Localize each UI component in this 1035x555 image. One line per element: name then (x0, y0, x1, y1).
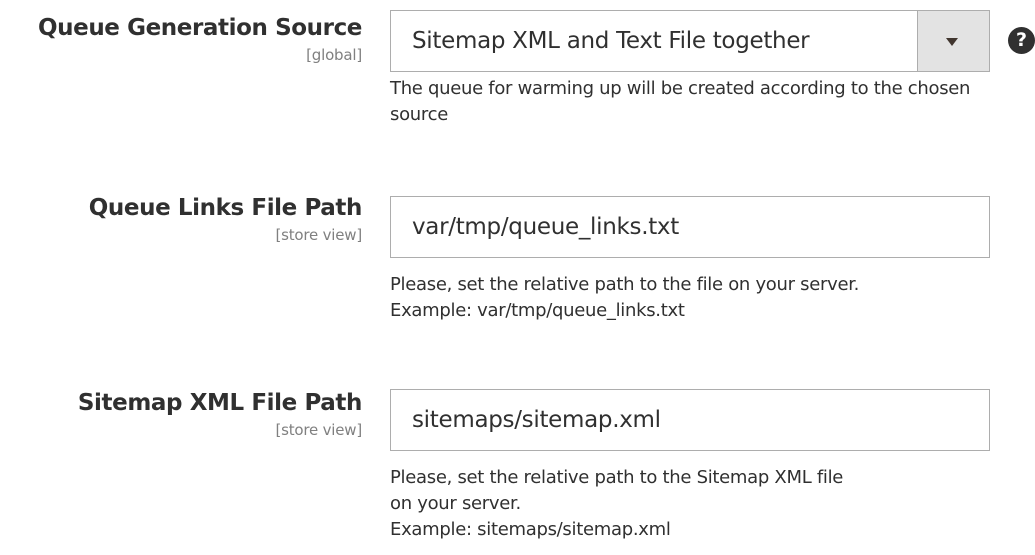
sitemap-xml-file-path-label: Sitemap XML File Path [store view] (77, 390, 363, 439)
input-value: var/tmp/queue_links.txt (412, 214, 679, 240)
note-line: Please, set the relative path to the fil… (390, 274, 860, 295)
note-line: Example: var/tmp/queue_links.txt (390, 300, 685, 321)
queue-links-file-path-note: Please, set the relative path to the fil… (390, 272, 1000, 324)
scope-label: [store view] (275, 421, 362, 439)
sitemap-xml-file-path-input[interactable]: sitemaps/sitemap.xml (390, 389, 990, 451)
field-title: Sitemap XML File Path (77, 390, 363, 416)
input-value: sitemaps/sitemap.xml (412, 407, 661, 433)
queue-generation-source-select[interactable]: Sitemap XML and Text File together (390, 10, 990, 72)
scope-label: [store view] (275, 226, 362, 244)
queue-generation-source-label: Queue Generation Source [global] (38, 15, 362, 64)
question-circle-icon[interactable]: ? (1008, 27, 1035, 54)
note-line: on your server. (390, 493, 521, 514)
queue-generation-source-note: The queue for warming up will be created… (390, 78, 971, 125)
note-line: Example: sitemaps/sitemap.xml (390, 519, 671, 540)
scope-label: [global] (306, 46, 362, 64)
field-title: Queue Generation Source (38, 15, 362, 41)
chevron-down-icon (946, 38, 958, 46)
select-value: Sitemap XML and Text File together (412, 28, 810, 54)
field-title: Queue Links File Path (88, 195, 363, 221)
sitemap-xml-file-path-note: Please, set the relative path to the Sit… (390, 465, 1000, 543)
queue-links-file-path-input[interactable]: var/tmp/queue_links.txt (390, 196, 990, 258)
select-toggle-button[interactable] (917, 11, 989, 71)
note-line: Please, set the relative path to the Sit… (390, 467, 844, 488)
queue-links-file-path-label: Queue Links File Path [store view] (88, 195, 363, 244)
